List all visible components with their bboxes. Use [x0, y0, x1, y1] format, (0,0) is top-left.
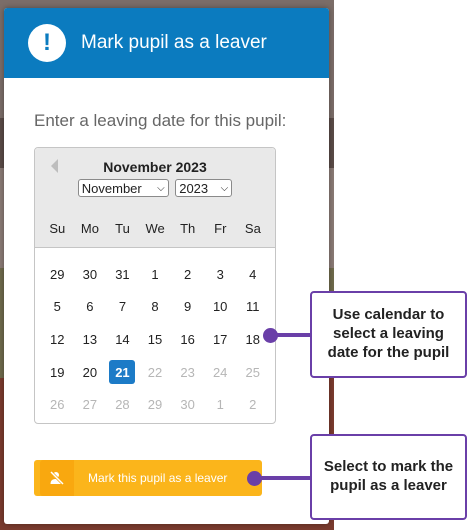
- calendar-day-selected[interactable]: 21: [109, 360, 136, 385]
- weekday-label: We: [145, 221, 165, 236]
- calendar-day[interactable]: 19: [41, 360, 74, 384]
- calendar-selects: November ⌵ 2023 ⌵: [35, 179, 275, 197]
- calendar-week-row: 5 6 7 8 9 10 11: [41, 291, 269, 324]
- calendar-day[interactable]: 6: [74, 295, 107, 319]
- calendar-day[interactable]: 3: [204, 262, 237, 286]
- calendar-header: November 2023 November ⌵ 2023 ⌵ Su Mo Tu…: [35, 148, 275, 248]
- weekday-label: Tu: [115, 221, 130, 236]
- calendar-day: 2: [249, 397, 257, 413]
- calendar-day-grid: 29 30 31 1 2 3 4 5 6 7 8 9 10 11 12 13 14 15 16 17 18 19 20 21 2…: [41, 258, 269, 421]
- calendar-day[interactable]: 20: [74, 360, 107, 384]
- modal-title: Mark pupil as a leaver: [81, 32, 267, 53]
- calendar-day: 26: [50, 397, 65, 413]
- calendar-day[interactable]: 7: [106, 295, 139, 319]
- year-select-value: 2023: [179, 180, 209, 196]
- annotation-button: Select to mark the pupil as a leaver: [310, 434, 467, 520]
- calendar-day: 28: [115, 397, 130, 413]
- calendar-week-row: 26 27 28 29 30 1 2: [41, 388, 269, 421]
- calendar-day[interactable]: 16: [171, 327, 204, 351]
- annotation-connector: [258, 476, 312, 480]
- month-select-value: November: [81, 180, 142, 196]
- calendar-day[interactable]: 5: [41, 295, 74, 319]
- calendar-day[interactable]: 17: [204, 327, 237, 351]
- leaving-date-calendar: November 2023 November ⌵ 2023 ⌵ Su Mo Tu…: [34, 147, 276, 424]
- calendar-day[interactable]: 2: [171, 262, 204, 286]
- annotation-dot: [263, 328, 278, 343]
- mark-leaver-button[interactable]: Mark this pupil as a leaver: [34, 460, 262, 496]
- calendar-day: 23: [180, 364, 195, 380]
- calendar-day: 25: [245, 364, 260, 380]
- calendar-day[interactable]: 13: [74, 327, 107, 351]
- calendar-day: 30: [180, 397, 195, 413]
- calendar-week-row: 12 13 14 15 16 17 18: [41, 323, 269, 356]
- weekday-label: Su: [49, 221, 66, 236]
- calendar-day[interactable]: 14: [106, 327, 139, 351]
- chevron-down-icon: ⌵: [220, 182, 229, 194]
- modal-header: ! Mark pupil as a leaver: [4, 8, 329, 78]
- calendar-day: 1: [216, 397, 224, 413]
- calendar-day[interactable]: 9: [171, 295, 204, 319]
- month-select[interactable]: November ⌵: [77, 179, 169, 197]
- calendar-day[interactable]: 8: [139, 295, 172, 319]
- calendar-day[interactable]: 10: [204, 295, 237, 319]
- annotation-dot: [247, 471, 262, 486]
- calendar-day[interactable]: 29: [41, 262, 74, 286]
- calendar-week-row: 29 30 31 1 2 3 4: [41, 258, 269, 291]
- calendar-day: 24: [212, 364, 228, 380]
- chevron-down-icon: ⌵: [157, 182, 165, 194]
- calendar-day[interactable]: 31: [106, 262, 139, 286]
- calendar-day[interactable]: 30: [74, 262, 107, 286]
- weekday-label: Mo: [80, 221, 99, 236]
- calendar-day[interactable]: 11: [236, 295, 269, 319]
- weekday-label: Sa: [244, 221, 261, 236]
- calendar-day[interactable]: 12: [41, 327, 74, 351]
- user-slash-icon: [40, 460, 74, 496]
- mark-leaver-button-label: Mark this pupil as a leaver: [88, 471, 228, 485]
- annotation-calendar-text: Use calendar to select a leaving date fo…: [327, 306, 450, 361]
- weekday-label: Th: [180, 221, 196, 236]
- exclamation-icon: !: [28, 24, 66, 62]
- annotation-calendar: Use calendar to select a leaving date fo…: [310, 291, 467, 378]
- calendar-day: 27: [82, 397, 98, 413]
- calendar-day: 22: [147, 364, 163, 380]
- calendar-day: 29: [147, 397, 163, 413]
- annotation-button-text: Select to mark the pupil as a leaver: [323, 458, 454, 494]
- annotation-connector: [272, 333, 312, 337]
- leaver-modal: ! Mark pupil as a leaver Enter a leaving…: [4, 8, 329, 524]
- year-select[interactable]: 2023 ⌵: [175, 179, 233, 197]
- weekday-header-row: Su Mo Tu We Th Fr Sa: [35, 221, 275, 236]
- calendar-week-row: 19 20 21 22 23 24 25: [41, 356, 269, 389]
- calendar-day[interactable]: 1: [139, 262, 172, 286]
- calendar-title: November 2023: [103, 159, 207, 175]
- calendar-day[interactable]: 15: [139, 327, 172, 351]
- calendar-day[interactable]: 4: [236, 262, 269, 286]
- leaving-date-prompt: Enter a leaving date for this pupil:: [34, 111, 287, 130]
- weekday-label: Fr: [214, 221, 227, 236]
